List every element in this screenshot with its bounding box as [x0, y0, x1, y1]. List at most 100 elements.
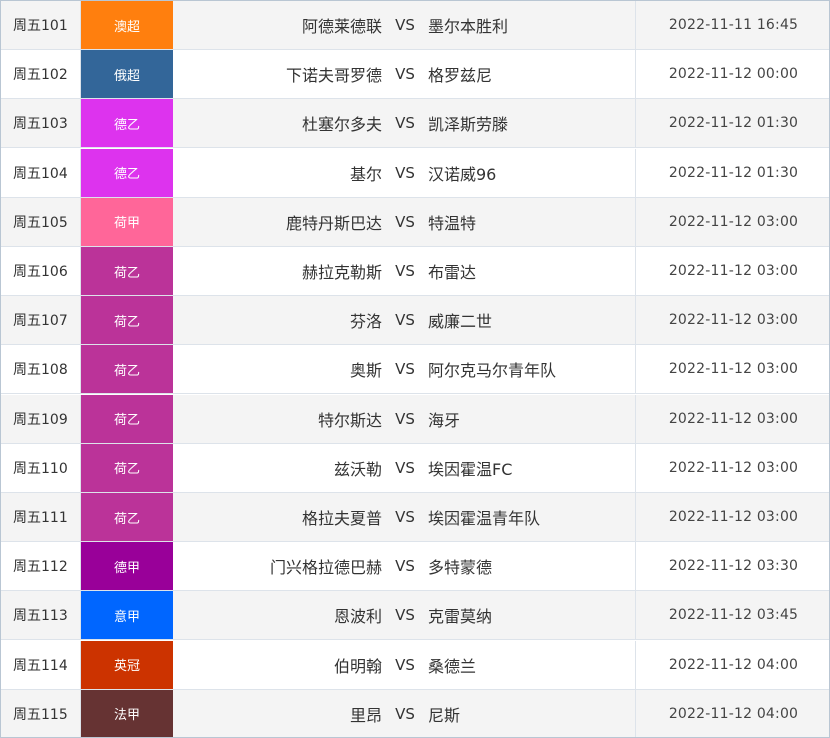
table-row[interactable]: 周五103 德乙 杜塞尔多夫 VS 凯泽斯劳滕 2022-11-12 01:30 — [1, 99, 829, 149]
home-team[interactable]: 门兴格拉德巴赫 — [173, 554, 382, 578]
match-time: 2022-11-12 01:30 — [668, 164, 799, 181]
table-row[interactable]: 周五111 荷乙 格拉夫夏普 VS 埃因霍温青年队 2022-11-12 03:… — [1, 493, 829, 542]
vs-label: VS — [395, 655, 415, 674]
table-row[interactable]: 周五101 澳超 阿德莱德联 VS 墨尔本胜利 2022-11-11 16:45 — [1, 1, 829, 50]
match-teams: 特尔斯达 VS 海牙 — [173, 394, 636, 443]
match-time: 2022-11-12 03:45 — [668, 607, 799, 624]
home-team[interactable]: 阿德莱德联 — [173, 13, 382, 37]
vs-label: VS — [395, 508, 415, 526]
vs-label: VS — [395, 458, 415, 477]
away-team[interactable]: 海牙 — [428, 407, 635, 431]
league-badge[interactable]: 俄超 — [81, 50, 173, 99]
match-id: 周五102 — [1, 50, 81, 99]
match-teams: 下诺夫哥罗德 VS 格罗兹尼 — [173, 50, 636, 99]
away-team[interactable]: 墨尔本胜利 — [428, 13, 635, 37]
vs-label: VS — [395, 65, 415, 84]
home-team[interactable]: 恩波利 — [173, 603, 382, 627]
table-row[interactable]: 周五106 荷乙 赫拉克勒斯 VS 布雷达 2022-11-12 03:00 — [1, 247, 829, 296]
league-badge[interactable]: 德乙 — [81, 148, 173, 197]
match-teams: 门兴格拉德巴赫 VS 多特蒙德 — [173, 542, 636, 591]
away-team[interactable]: 多特蒙德 — [428, 554, 635, 578]
home-team[interactable]: 赫拉克勒斯 — [173, 259, 382, 283]
home-team[interactable]: 鹿特丹斯巴达 — [173, 210, 382, 234]
league-badge[interactable]: 荷乙 — [81, 493, 173, 541]
table-row[interactable]: 周五113 意甲 恩波利 VS 克雷莫纳 2022-11-12 03:45 — [1, 591, 829, 641]
league-badge[interactable]: 德乙 — [81, 99, 173, 148]
home-team[interactable]: 特尔斯达 — [173, 407, 382, 431]
match-teams: 芬洛 VS 威廉二世 — [173, 296, 636, 345]
away-team[interactable]: 埃因霍温青年队 — [428, 505, 635, 529]
home-team[interactable]: 里昂 — [173, 702, 382, 726]
match-teams: 奥斯 VS 阿尔克马尔青年队 — [173, 345, 636, 394]
vs-label: VS — [395, 16, 415, 34]
match-time: 2022-11-12 03:00 — [668, 263, 799, 279]
vs-label: VS — [395, 557, 415, 576]
league-badge[interactable]: 荷乙 — [81, 443, 173, 492]
match-id: 周五114 — [1, 640, 81, 689]
match-teams: 恩波利 VS 克雷莫纳 — [173, 591, 636, 640]
table-row[interactable]: 周五115 法甲 里昂 VS 尼斯 2022-11-12 04:00 — [1, 689, 829, 737]
away-team[interactable]: 桑德兰 — [428, 653, 635, 677]
vs-label: VS — [395, 311, 415, 330]
home-team[interactable]: 伯明翰 — [173, 653, 382, 677]
match-time: 2022-11-12 03:00 — [668, 361, 799, 378]
match-time: 2022-11-11 16:45 — [668, 17, 799, 33]
match-time: 2022-11-12 00:00 — [668, 66, 799, 83]
away-team[interactable]: 特温特 — [428, 210, 635, 234]
away-team[interactable]: 阿尔克马尔青年队 — [428, 357, 635, 381]
match-time: 2022-11-12 03:00 — [668, 410, 799, 427]
match-time: 2022-11-12 03:30 — [668, 558, 799, 575]
league-badge[interactable]: 荷乙 — [81, 247, 173, 295]
table-row[interactable]: 周五102 俄超 下诺夫哥罗德 VS 格罗兹尼 2022-11-12 00:00 — [1, 50, 829, 100]
table-row[interactable]: 周五112 德甲 门兴格拉德巴赫 VS 多特蒙德 2022-11-12 03:3… — [1, 542, 829, 592]
table-row[interactable]: 周五108 荷乙 奥斯 VS 阿尔克马尔青年队 2022-11-12 03:00 — [1, 345, 829, 395]
home-team[interactable]: 兹沃勒 — [173, 456, 382, 480]
vs-label: VS — [395, 704, 415, 723]
match-time: 2022-11-12 03:00 — [668, 459, 799, 476]
vs-label: VS — [395, 262, 415, 280]
vs-label: VS — [395, 409, 415, 428]
match-id: 周五103 — [1, 99, 81, 148]
league-badge[interactable]: 荷乙 — [81, 345, 173, 394]
table-row[interactable]: 周五114 英冠 伯明翰 VS 桑德兰 2022-11-12 04:00 — [1, 640, 829, 690]
table-row[interactable]: 周五107 荷乙 芬洛 VS 威廉二世 2022-11-12 03:00 — [1, 296, 829, 346]
home-team[interactable]: 格拉夫夏普 — [173, 505, 382, 529]
vs-label: VS — [395, 606, 415, 625]
match-teams: 里昂 VS 尼斯 — [173, 689, 636, 737]
home-team[interactable]: 基尔 — [173, 161, 382, 185]
table-row[interactable]: 周五105 荷甲 鹿特丹斯巴达 VS 特温特 2022-11-12 03:00 — [1, 197, 829, 247]
home-team[interactable]: 芬洛 — [173, 308, 382, 332]
home-team[interactable]: 杜塞尔多夫 — [173, 111, 382, 135]
match-id: 周五107 — [1, 296, 81, 345]
match-teams: 伯明翰 VS 桑德兰 — [173, 640, 636, 689]
league-badge[interactable]: 荷甲 — [81, 197, 173, 246]
league-badge[interactable]: 德甲 — [81, 542, 173, 591]
away-team[interactable]: 尼斯 — [428, 702, 635, 726]
league-badge[interactable]: 意甲 — [81, 591, 173, 640]
away-team[interactable]: 布雷达 — [428, 259, 635, 283]
away-team[interactable]: 克雷莫纳 — [428, 603, 635, 627]
vs-label: VS — [395, 360, 415, 379]
home-team[interactable]: 下诺夫哥罗德 — [173, 62, 382, 86]
table-row[interactable]: 周五109 荷乙 特尔斯达 VS 海牙 2022-11-12 03:00 — [1, 394, 829, 444]
league-badge[interactable]: 法甲 — [81, 689, 173, 737]
league-badge[interactable]: 荷乙 — [81, 296, 173, 345]
vs-label: VS — [395, 212, 415, 231]
match-time: 2022-11-12 03:00 — [668, 213, 799, 230]
match-id: 周五105 — [1, 197, 81, 246]
table-row[interactable]: 周五110 荷乙 兹沃勒 VS 埃因霍温FC 2022-11-12 03:00 — [1, 443, 829, 493]
league-badge[interactable]: 澳超 — [81, 1, 173, 49]
match-id: 周五104 — [1, 148, 81, 197]
home-team[interactable]: 奥斯 — [173, 357, 382, 381]
league-badge[interactable]: 荷乙 — [81, 394, 173, 443]
table-row[interactable]: 周五104 德乙 基尔 VS 汉诺威96 2022-11-12 01:30 — [1, 148, 829, 198]
away-team[interactable]: 威廉二世 — [428, 308, 635, 332]
match-id: 周五112 — [1, 542, 81, 591]
away-team[interactable]: 凯泽斯劳滕 — [428, 111, 635, 135]
away-team[interactable]: 汉诺威96 — [428, 161, 635, 185]
league-badge[interactable]: 英冠 — [81, 640, 173, 689]
match-id: 周五111 — [1, 493, 81, 541]
away-team[interactable]: 埃因霍温FC — [428, 456, 635, 480]
vs-label: VS — [395, 163, 415, 182]
away-team[interactable]: 格罗兹尼 — [428, 62, 635, 86]
